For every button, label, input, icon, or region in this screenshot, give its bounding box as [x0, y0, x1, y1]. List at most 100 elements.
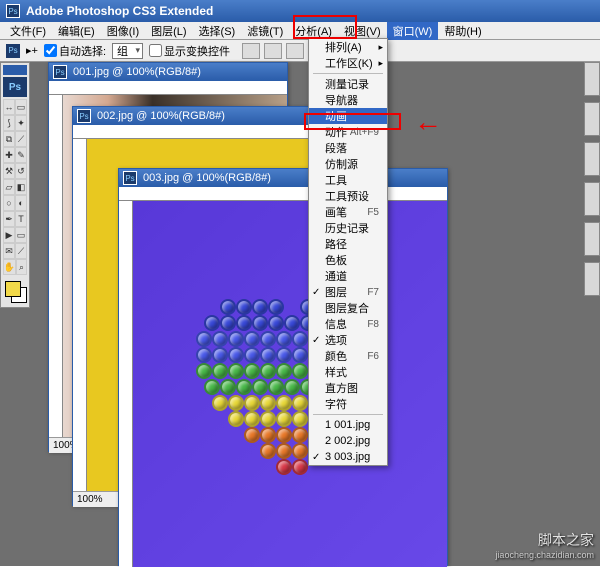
auto-select-checkbox[interactable]: 自动选择: — [44, 43, 106, 59]
menu-image[interactable]: 图像(I) — [101, 22, 145, 40]
brush-tool[interactable]: ✎ — [15, 147, 27, 163]
ruler-horizontal — [49, 81, 287, 95]
menu-item[interactable]: 3 003.jpg — [309, 449, 387, 465]
doc-title-003[interactable]: Ps 003.jpg @ 100%(RGB/8#) — [119, 169, 447, 187]
palette-tab[interactable] — [584, 262, 600, 296]
palette-tab[interactable] — [584, 142, 600, 176]
menu-item[interactable]: 排列(A) — [309, 39, 387, 55]
align-icon[interactable] — [286, 43, 304, 59]
gradient-tool[interactable]: ◧ — [15, 179, 27, 195]
menu-window[interactable]: 窗口(W) — [387, 22, 439, 40]
palette-tab[interactable] — [584, 62, 600, 96]
align-icon[interactable] — [242, 43, 260, 59]
dodge-tool[interactable]: ◐ — [15, 195, 27, 211]
menu-item[interactable]: 字符 — [309, 396, 387, 412]
move-tool[interactable]: ↔ — [3, 99, 15, 115]
show-transform-checkbox[interactable]: 显示变换控件 — [149, 43, 230, 59]
doc-icon: Ps — [123, 171, 137, 185]
canvas-003[interactable] — [133, 201, 447, 567]
foreground-color[interactable] — [5, 281, 21, 297]
type-tool[interactable]: T — [15, 211, 27, 227]
menu-item[interactable]: 导航器 — [309, 92, 387, 108]
ruler-horizontal — [73, 125, 331, 139]
menu-item[interactable]: 2 002.jpg — [309, 433, 387, 449]
menu-item[interactable]: 选项 — [309, 332, 387, 348]
marquee-tool[interactable]: ▭ — [15, 99, 27, 115]
menu-item[interactable]: 样式 — [309, 364, 387, 380]
doc-title-002[interactable]: Ps 002.jpg @ 100%(RGB/8#) — [73, 107, 331, 125]
ps-logo-icon: Ps — [6, 44, 20, 58]
menu-item[interactable]: 段落 — [309, 140, 387, 156]
menu-item[interactable]: 测量记录 — [309, 76, 387, 92]
palette-tab[interactable] — [584, 102, 600, 136]
menu-item[interactable]: 画笔F5 — [309, 204, 387, 220]
menu-view[interactable]: 视图(V) — [338, 22, 387, 40]
palette-dock — [584, 62, 600, 302]
eyedropper-tool[interactable]: ⟋ — [15, 243, 27, 259]
menu-item[interactable]: 色板 — [309, 252, 387, 268]
app-title: Adobe Photoshop CS3 Extended — [26, 4, 213, 18]
menu-item[interactable]: 路径 — [309, 236, 387, 252]
history-brush-tool[interactable]: ↺ — [15, 163, 27, 179]
options-bar: Ps ▸+ 自动选择: 组 显示变换控件 — [0, 40, 600, 62]
menu-layer[interactable]: 图层(L) — [145, 22, 192, 40]
menu-item[interactable]: 图层F7 — [309, 284, 387, 300]
crop-tool[interactable]: ⧉ — [3, 131, 15, 147]
stamp-tool[interactable]: ⚒ — [3, 163, 15, 179]
menu-item[interactable]: 历史记录 — [309, 220, 387, 236]
window-menu-dropdown[interactable]: 排列(A)工作区(K) 测量记录导航器动画动作Alt+F9段落仿制源工具工具预设画… — [308, 38, 388, 466]
doc-window-003[interactable]: Ps 003.jpg @ 100%(RGB/8#) — [118, 168, 448, 566]
menubar[interactable]: 文件(F) 编辑(E) 图像(I) 图层(L) 选择(S) 滤镜(T) 分析(A… — [0, 22, 600, 40]
watermark: 脚本之家 jiaocheng.chazidian.com — [495, 530, 594, 560]
palette-tab[interactable] — [584, 182, 600, 216]
menu-file[interactable]: 文件(F) — [4, 22, 52, 40]
color-swatches[interactable] — [3, 279, 29, 305]
slice-tool[interactable]: ⟋ — [15, 131, 27, 147]
menu-item[interactable]: 工具预设 — [309, 188, 387, 204]
pen-tool[interactable]: ✒ — [3, 211, 15, 227]
auto-select-label: 自动选择: — [59, 43, 106, 59]
notes-tool[interactable]: ✉ — [3, 243, 15, 259]
menu-item[interactable]: 1 001.jpg — [309, 417, 387, 433]
menu-select[interactable]: 选择(S) — [193, 22, 242, 40]
blur-tool[interactable]: ○ — [3, 195, 15, 211]
doc-title-001[interactable]: Ps 001.jpg @ 100%(RGB/8#) — [49, 63, 287, 81]
menu-item[interactable]: 动画 — [309, 108, 387, 124]
menu-item[interactable]: 直方图 — [309, 380, 387, 396]
lasso-tool[interactable]: ⟆ — [3, 115, 15, 131]
zoom-tool[interactable]: ⌕ — [16, 259, 27, 275]
menu-item[interactable]: 仿制源 — [309, 156, 387, 172]
menu-item[interactable]: 工作区(K) — [309, 55, 387, 71]
path-select-tool[interactable]: ▶ — [3, 227, 15, 243]
menu-item[interactable]: 动作Alt+F9 — [309, 124, 387, 140]
auto-select-dropdown[interactable]: 组 — [112, 43, 143, 59]
ruler-vertical — [119, 201, 133, 567]
menu-analysis[interactable]: 分析(A) — [289, 22, 338, 40]
menu-help[interactable]: 帮助(H) — [438, 22, 487, 40]
menu-item[interactable]: 颜色F6 — [309, 348, 387, 364]
doc-icon: Ps — [77, 109, 91, 123]
ruler-horizontal — [119, 187, 447, 201]
shape-tool[interactable]: ▭ — [15, 227, 27, 243]
palette-tab[interactable] — [584, 222, 600, 256]
menu-edit[interactable]: 编辑(E) — [52, 22, 101, 40]
watermark-main: 脚本之家 — [495, 530, 594, 550]
doc-title-text: 003.jpg @ 100%(RGB/8#) — [143, 172, 271, 184]
menu-item[interactable]: 信息F8 — [309, 316, 387, 332]
menu-item[interactable]: 工具 — [309, 172, 387, 188]
toolbox-grip[interactable] — [3, 65, 27, 75]
menu-item[interactable]: 图层复合 — [309, 300, 387, 316]
menu-item[interactable]: 通道 — [309, 268, 387, 284]
doc-title-text: 001.jpg @ 100%(RGB/8#) — [73, 66, 201, 78]
hand-tool[interactable]: ✋ — [3, 259, 16, 275]
eraser-tool[interactable]: ▱ — [3, 179, 15, 195]
wand-tool[interactable]: ✦ — [15, 115, 27, 131]
ps-badge-icon: Ps — [3, 77, 27, 97]
align-icon[interactable] — [264, 43, 282, 59]
menu-filter[interactable]: 滤镜(T) — [241, 22, 289, 40]
show-transform-input[interactable] — [149, 44, 162, 57]
toolbox: Ps ↔▭ ⟆✦ ⧉⟋ ✚✎ ⚒↺ ▱◧ ○◐ ✒T ▶▭ ✉⟋ ✋⌕ — [0, 62, 30, 308]
auto-select-value: 组 — [117, 43, 128, 59]
auto-select-input[interactable] — [44, 44, 57, 57]
heal-tool[interactable]: ✚ — [3, 147, 15, 163]
